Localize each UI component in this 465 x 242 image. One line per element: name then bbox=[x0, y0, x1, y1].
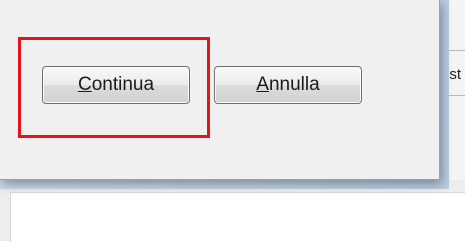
cancel-button-mnemonic: A bbox=[256, 74, 269, 95]
background-panel bbox=[10, 192, 465, 242]
highlight-annotation-box bbox=[18, 37, 210, 138]
cancel-button-label: nnulla bbox=[268, 74, 320, 95]
dialog-window: Continua Annulla bbox=[0, 0, 440, 180]
cancel-button[interactable]: Annulla bbox=[214, 66, 362, 104]
